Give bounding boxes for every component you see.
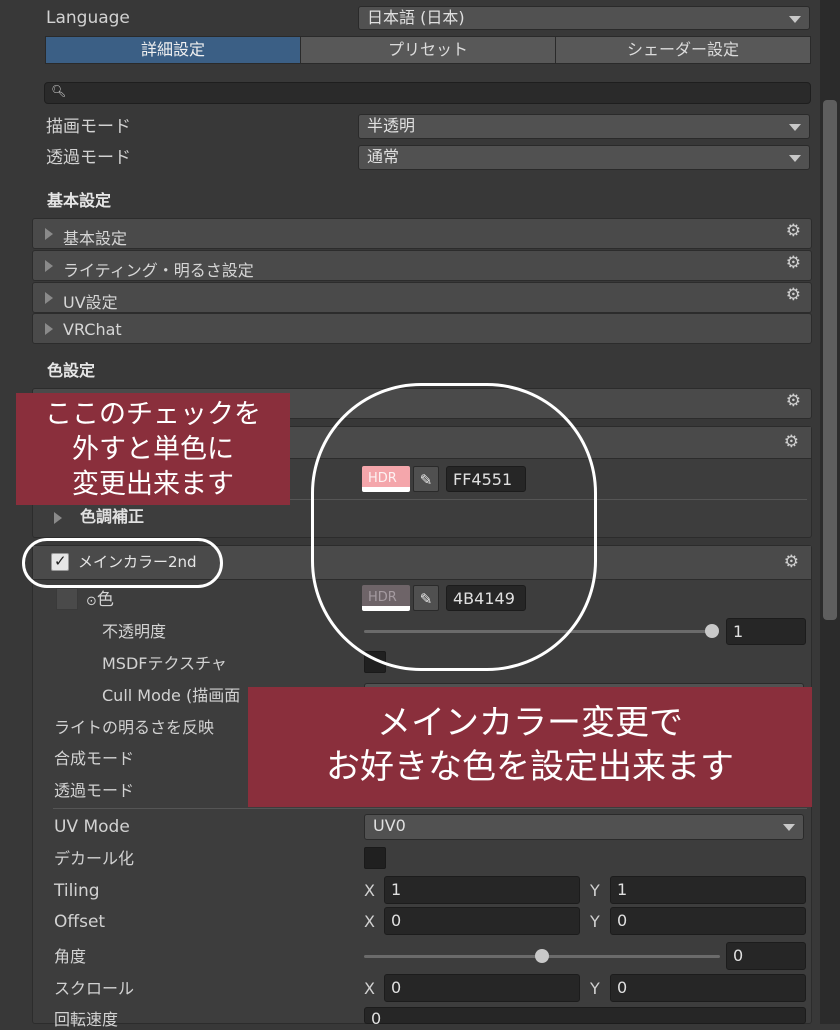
tab-presets[interactable]: プリセット: [300, 36, 556, 64]
scroll-x-axis: X: [364, 979, 375, 998]
transparent-mode-label: 透過モード: [46, 148, 131, 168]
annotation-checkbox-note: ここのチェックを 外すと単色に 変更出来ます: [16, 393, 290, 505]
offset-label: Offset: [54, 912, 106, 932]
cull-mode-label: Cull Mode (描画面: [102, 686, 241, 705]
gear-icon[interactable]: ⚙: [786, 287, 801, 304]
opacity-slider-handle[interactable]: [705, 624, 719, 638]
foldout-label: ライティング・明るさ設定: [63, 261, 254, 280]
foldout-label: UV設定: [63, 293, 118, 312]
gear-icon[interactable]: ⚙: [786, 393, 801, 410]
gear-icon[interactable]: ⚙: [784, 434, 799, 451]
annotation-color-note: メインカラー変更で お好きな色を設定出来ます: [248, 687, 812, 807]
triangle-right-icon: [45, 323, 53, 335]
rotation-speed-label: 回転速度: [54, 1010, 119, 1029]
angle-field[interactable]: 0: [726, 942, 806, 970]
uv-mode-label: UV Mode: [54, 817, 130, 837]
render-mode-dropdown[interactable]: 半透明: [358, 114, 810, 139]
foldout-vrchat[interactable]: VRChat: [32, 313, 812, 344]
tiling-y-axis: Y: [590, 881, 600, 900]
note-line: メインカラー変更で: [377, 703, 683, 743]
triangle-right-icon: [45, 260, 53, 272]
render-mode-label: 描画モード: [46, 117, 131, 137]
scroll-x-field[interactable]: 0: [384, 974, 580, 1002]
chevron-down-icon: [789, 124, 801, 131]
color-label-row: ⊙色: [86, 592, 114, 609]
foldout-lighting[interactable]: ライティング・明るさ設定 ⚙: [32, 250, 812, 281]
rotation-speed-field[interactable]: 0: [364, 1007, 806, 1028]
color-label: 色: [96, 590, 114, 610]
divider: [53, 808, 807, 809]
decal-checkbox[interactable]: [364, 847, 386, 869]
foldout-label: 基本設定: [63, 229, 128, 248]
gear-icon[interactable]: ⚙: [786, 255, 801, 272]
decal-label: デカール化: [54, 849, 135, 868]
foldout-basic-settings[interactable]: 基本設定 ⚙: [32, 218, 812, 249]
search-icon: 🔍︎: [51, 84, 67, 98]
language-dropdown[interactable]: 日本語 (日本): [358, 6, 810, 30]
chevron-down-icon: [789, 16, 801, 23]
transparent-mode-value: 通常: [367, 147, 400, 166]
language-value: 日本語 (日本): [367, 8, 465, 27]
foldout-label: VRChat: [63, 320, 122, 339]
blend-mode-label: 合成モード: [54, 749, 135, 768]
angle-label: 角度: [54, 947, 87, 966]
highlight-ring-color-fields: [311, 383, 597, 671]
language-label: Language: [46, 8, 130, 28]
uv-mode-dropdown[interactable]: UV0: [364, 814, 804, 840]
gear-icon[interactable]: ⚙: [784, 554, 799, 571]
basic-settings-heading: 基本設定: [47, 191, 112, 210]
tab-advanced-settings[interactable]: 詳細設定: [45, 36, 301, 64]
tab-shader-settings[interactable]: シェーダー設定: [555, 36, 811, 64]
transparent-mode-dropdown[interactable]: 通常: [358, 145, 810, 170]
offset-y-axis: Y: [590, 912, 600, 931]
note-line: 外すと単色に: [72, 434, 234, 465]
offset-x-axis: X: [364, 912, 375, 931]
expand-icon: ⊙: [86, 594, 97, 609]
scroll-y-field[interactable]: 0: [610, 974, 806, 1002]
scroll-label: スクロール: [54, 979, 135, 998]
offset-y-field[interactable]: 0: [610, 907, 806, 935]
tiling-label: Tiling: [54, 881, 100, 901]
color-settings-heading: 色設定: [47, 361, 96, 380]
scrollbar-thumb[interactable]: [823, 100, 837, 620]
tone-correction-label[interactable]: 色調補正: [80, 509, 144, 525]
highlight-ring-checkbox: [22, 538, 223, 588]
render-mode-value: 半透明: [367, 116, 416, 135]
triangle-right-icon: [45, 228, 53, 240]
chevron-down-icon: [789, 155, 801, 162]
opacity-label: 不透明度: [102, 622, 167, 641]
tiling-x-field[interactable]: 1: [384, 876, 580, 904]
opacity-field[interactable]: 1: [726, 618, 806, 645]
gear-icon[interactable]: ⚙: [786, 223, 801, 240]
tiling-y-field[interactable]: 1: [610, 876, 806, 904]
angle-slider-handle[interactable]: [535, 949, 549, 963]
msdf-label: MSDFテクスチャ: [102, 654, 227, 673]
note-line: お好きな色を設定出来ます: [326, 747, 734, 787]
triangle-right-icon: [45, 292, 53, 304]
foldout-uv-settings[interactable]: UV設定 ⚙: [32, 282, 812, 313]
note-line: ここのチェックを: [45, 399, 261, 430]
uv-mode-value: UV0: [373, 816, 406, 835]
chevron-down-icon: [783, 824, 795, 831]
texture-slot[interactable]: [56, 588, 78, 610]
scroll-y-axis: Y: [590, 979, 600, 998]
note-line: 変更出来ます: [72, 469, 234, 500]
scrollbar[interactable]: [820, 0, 840, 1024]
transparent-mode-2nd-label: 透過モード: [54, 781, 135, 800]
offset-x-field[interactable]: 0: [384, 907, 580, 935]
triangle-right-icon[interactable]: [54, 512, 62, 524]
tiling-x-axis: X: [364, 881, 375, 900]
search-input[interactable]: 🔍︎: [44, 82, 811, 104]
lighting-label: ライトの明るさを反映: [54, 718, 215, 737]
